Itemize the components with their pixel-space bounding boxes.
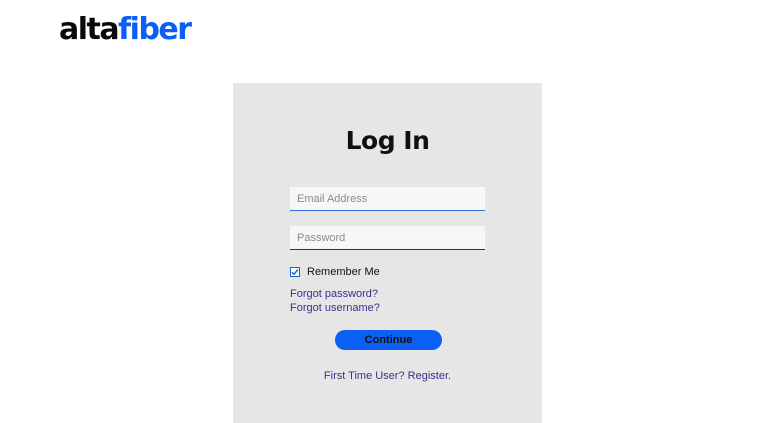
register-link[interactable]: Register. [408, 370, 451, 382]
remember-me-row: Remember Me [290, 265, 380, 279]
email-field[interactable] [290, 187, 485, 211]
logo-text-alta: alta [59, 12, 120, 47]
first-time-user-link[interactable]: First Time User? [324, 370, 405, 382]
login-page: altafiber Log In Remember Me Forgot pass… [0, 0, 777, 423]
checkmark-icon [291, 269, 299, 276]
forgot-username-link[interactable]: Forgot username? [290, 302, 380, 314]
remember-me-checkbox[interactable] [290, 267, 300, 277]
continue-button[interactable]: Continue [335, 330, 442, 350]
register-line: First Time User? Register. [233, 370, 542, 382]
altafiber-logo[interactable]: alta fiber [59, 12, 192, 48]
page-title: Log In [345, 126, 430, 155]
password-field[interactable] [290, 226, 485, 250]
remember-me-label: Remember Me [307, 266, 380, 278]
logo-text-fiber: fiber [118, 12, 192, 47]
forgot-password-link[interactable]: Forgot password? [290, 288, 378, 300]
